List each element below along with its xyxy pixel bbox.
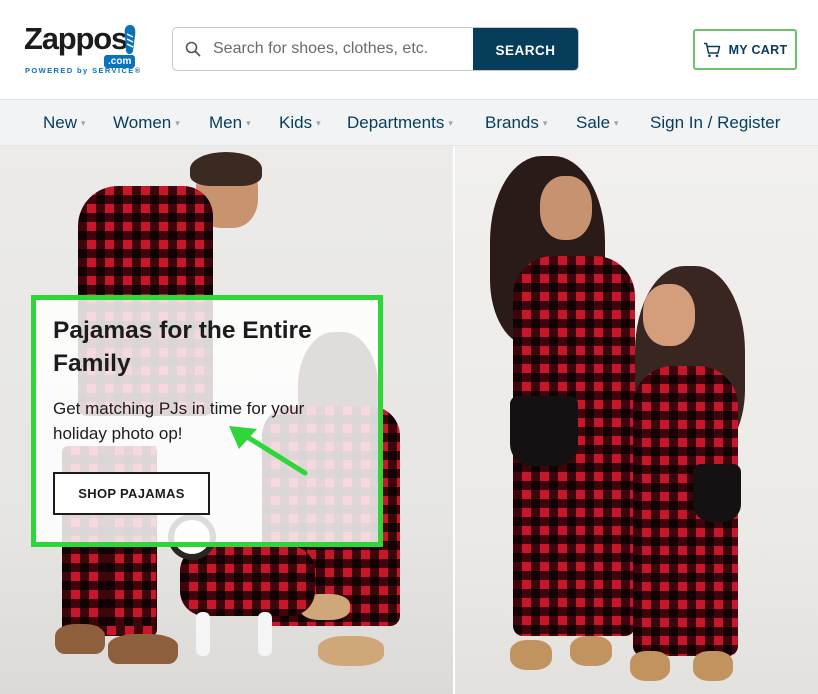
nav-label: Men (209, 113, 243, 132)
chevron-down-icon: ▾ (81, 118, 86, 128)
logo-tagline: POWERED by SERVICE® (25, 66, 142, 75)
main-nav: New ▾ Women ▾ Men ▾ Kids ▾ Departments ▾ Bran… (0, 99, 818, 146)
nav-item-men[interactable]: Men ▾ (209, 100, 251, 145)
man-slipper (108, 634, 178, 664)
nav-item-kids[interactable]: Kids ▾ (279, 100, 321, 145)
nav-label: New (43, 113, 78, 132)
nav-item-sale[interactable]: Sale ▾ (576, 100, 619, 145)
my-cart-button[interactable]: MY CART (693, 29, 797, 70)
nav-item-new[interactable]: New ▾ (43, 100, 86, 145)
dog-leg (196, 612, 210, 656)
search-bar: SEARCH (172, 27, 579, 71)
moose-flap (693, 464, 741, 522)
girl-slipper (510, 640, 552, 670)
hero-image-kids (455, 146, 818, 694)
nav-label: Departments (347, 113, 445, 132)
chevron-down-icon: ▾ (246, 118, 251, 128)
nav-item-brands[interactable]: Brands ▾ (485, 100, 547, 145)
nav-item-women[interactable]: Women ▾ (113, 100, 180, 145)
nav-label: Brands (485, 113, 539, 132)
nav-label: Sign In / Register (650, 113, 781, 132)
chevron-down-icon: ▾ (614, 118, 619, 128)
nav-label: Women (113, 113, 172, 132)
kid-slipper (693, 651, 733, 681)
logo-wordmark: Zappos (24, 21, 128, 56)
search-icon (173, 28, 213, 70)
zappos-logo[interactable]: Zappos .com POWERED by SERVICE® (24, 22, 140, 76)
cart-label: MY CART (728, 42, 788, 57)
promo-title: Pajamas for the Entire Family (53, 317, 312, 377)
nav-item-sign-in[interactable]: Sign In / Register (650, 100, 780, 145)
chevron-down-icon: ▾ (448, 118, 453, 128)
promo-card: Pajamas for the Entire Family Get matchi… (31, 295, 383, 547)
moose-flap (510, 396, 578, 466)
search-button[interactable]: SEARCH (473, 28, 578, 70)
chevron-down-icon: ▾ (316, 118, 321, 128)
arrow-icon (229, 426, 308, 476)
man-slipper (55, 624, 105, 654)
chevron-down-icon: ▾ (175, 118, 180, 128)
girl-face (540, 176, 592, 240)
search-input[interactable] (213, 28, 473, 70)
woman-slipper (318, 636, 384, 666)
shop-pajamas-button[interactable]: SHOP PAJAMAS (53, 472, 210, 515)
dog-leg (258, 612, 272, 656)
nav-label: Kids (279, 113, 313, 132)
site-header: Zappos .com POWERED by SERVICE® SEARCH M… (0, 0, 818, 99)
nav-item-departments[interactable]: Departments ▾ (347, 100, 453, 145)
chevron-down-icon: ▾ (542, 118, 548, 128)
nav-label: Sale (576, 113, 611, 132)
kid-face (643, 284, 695, 346)
kid-slipper (630, 651, 670, 681)
logo-shoe-icon (124, 25, 136, 54)
cart-icon (703, 42, 720, 57)
hero-banner[interactable]: Pajamas for the Entire Family Get matchi… (0, 146, 818, 694)
girl-slipper (570, 636, 612, 666)
man-hair (190, 152, 262, 186)
